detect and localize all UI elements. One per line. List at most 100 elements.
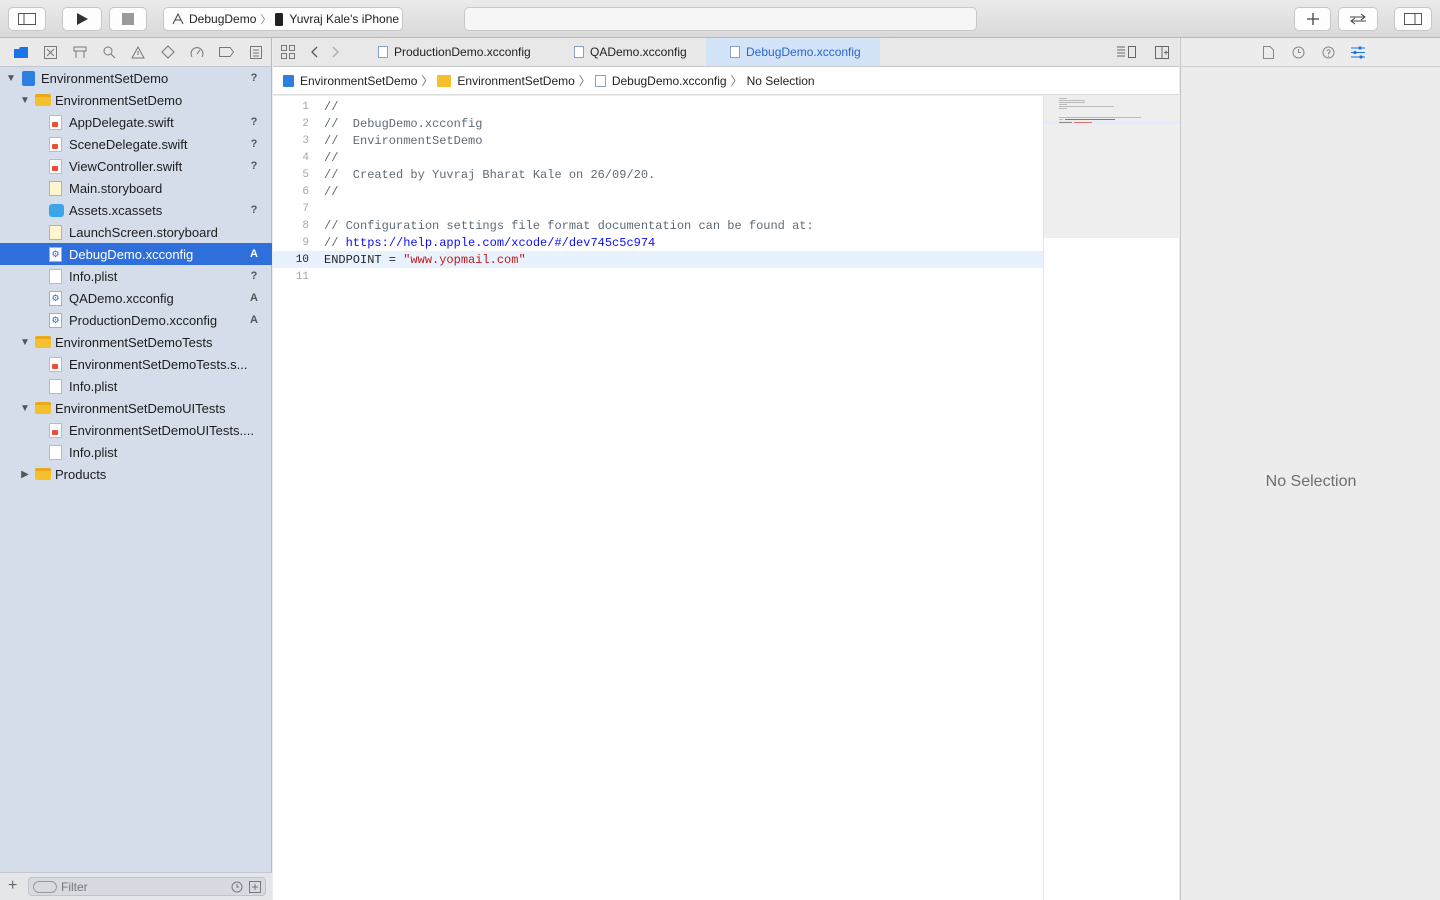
related-items-grid-icon[interactable] bbox=[281, 45, 295, 59]
tab-debugdemo[interactable]: DebugDemo.xcconfig bbox=[706, 38, 880, 66]
navigator-file-row[interactable]: AppDelegate.swift? bbox=[0, 111, 272, 133]
minimap-lines bbox=[1044, 98, 1180, 124]
chevron-right-icon: 〉 bbox=[260, 14, 272, 26]
breakpoint-icon[interactable] bbox=[212, 38, 241, 67]
run-button[interactable] bbox=[62, 7, 102, 31]
code-line[interactable]: 8 // Configuration settings file format d… bbox=[273, 217, 1043, 234]
history-clock-icon[interactable] bbox=[1283, 38, 1313, 67]
tab-qademo[interactable]: QADemo.xcconfig bbox=[549, 38, 706, 66]
stop-button[interactable] bbox=[109, 7, 147, 31]
attributes-sliders-icon[interactable] bbox=[1343, 38, 1373, 67]
report-icon[interactable] bbox=[242, 38, 271, 67]
code-line[interactable]: 11 bbox=[273, 268, 1043, 285]
disclosure-open-icon[interactable]: ▼ bbox=[19, 95, 31, 106]
breadcrumb-file[interactable]: DebugDemo.xcconfig bbox=[612, 74, 727, 88]
back-chevron-icon[interactable] bbox=[310, 46, 318, 58]
recent-files-clock-icon[interactable] bbox=[231, 881, 243, 893]
navigator-file-row[interactable]: Info.plist bbox=[0, 441, 272, 463]
warning-icon[interactable] bbox=[124, 38, 153, 67]
xcconfig-file-icon bbox=[594, 74, 606, 87]
code-url-link[interactable]: https://help.apple.com/xcode/#/dev745c5c… bbox=[346, 236, 656, 250]
breadcrumb-project[interactable]: EnvironmentSetDemo bbox=[300, 74, 417, 88]
navigator-file-row[interactable]: Assets.xcassets? bbox=[0, 199, 272, 221]
filter-input[interactable] bbox=[61, 879, 211, 894]
sidebar-left-icon bbox=[18, 13, 36, 25]
navigator-group-row[interactable]: ▼ EnvironmentSetDemo? bbox=[0, 67, 272, 89]
navigator-file-row[interactable]: ⚙ QADemo.xcconfig A bbox=[0, 287, 272, 309]
search-icon[interactable] bbox=[94, 38, 123, 67]
add-file-plus-icon[interactable]: + bbox=[8, 877, 17, 895]
disclosure-open-icon[interactable]: ▼ bbox=[19, 337, 31, 348]
navigator-file-row[interactable]: Main.storyboard bbox=[0, 177, 272, 199]
xcconfig-file-icon: ⚙ bbox=[49, 247, 62, 262]
breadcrumb-selection[interactable]: No Selection bbox=[747, 74, 815, 88]
toolbar: DebugDemo 〉 Yuvraj Kale's iPhone bbox=[0, 0, 1440, 38]
navigator-item-label: SceneDelegate.swift bbox=[69, 136, 188, 152]
code-line[interactable]: 2 // DebugDemo.xcconfig bbox=[273, 115, 1043, 132]
project-icon bbox=[283, 74, 294, 87]
code-line[interactable]: 9 // https://help.apple.com/xcode/#/dev74… bbox=[273, 234, 1043, 251]
folder-icon bbox=[35, 402, 51, 414]
navigator-group-row[interactable]: ▶ Products bbox=[0, 463, 272, 485]
device-name: Yuvraj Kale's iPhone bbox=[289, 12, 400, 26]
navigator-group-row[interactable]: ▼ EnvironmentSetDemoUITests bbox=[0, 397, 272, 419]
navigator-filter-bar: + bbox=[0, 872, 272, 900]
code-line[interactable]: 3 // EnvironmentSetDemo bbox=[273, 132, 1043, 149]
folder-icon bbox=[437, 74, 452, 87]
code-line[interactable]: 10 ENDPOINT = "www.yopmail.com" bbox=[273, 251, 1043, 268]
symbol-icon[interactable] bbox=[65, 38, 94, 67]
filter-field[interactable] bbox=[28, 877, 266, 896]
minimap[interactable] bbox=[1043, 96, 1180, 900]
navigator-file-row[interactable]: ⚙ ProductionDemo.xcconfig A bbox=[0, 309, 272, 331]
navigator-file-row[interactable]: SceneDelegate.swift? bbox=[0, 133, 272, 155]
line-number: 8 bbox=[302, 219, 309, 232]
scheme-selector[interactable]: DebugDemo 〉 Yuvraj Kale's iPhone bbox=[163, 7, 403, 31]
tab-productiondemo[interactable]: ProductionDemo.xcconfig bbox=[353, 38, 549, 66]
add-editor-split-icon[interactable] bbox=[1155, 46, 1169, 59]
library-button[interactable] bbox=[1294, 7, 1331, 31]
xcconfig-file-icon bbox=[730, 46, 740, 58]
navigator-file-row[interactable]: Info.plist? bbox=[0, 265, 272, 287]
test-diamond-icon[interactable] bbox=[153, 38, 182, 67]
code-line[interactable]: 6 // bbox=[273, 183, 1043, 200]
code-line[interactable]: 7 bbox=[273, 200, 1043, 217]
source-editor[interactable]: 1 // 2 // DebugDemo.xcconfig 3 // Environment… bbox=[273, 96, 1043, 900]
toggle-inspector-button[interactable] bbox=[1394, 7, 1432, 31]
navigator-item-label: EnvironmentSetDemoUITests.... bbox=[69, 422, 254, 438]
debug-gauge-icon[interactable] bbox=[183, 38, 212, 67]
navigator-file-row[interactable]: EnvironmentSetDemoUITests.... bbox=[0, 419, 272, 441]
code-token: // Configuration settings file format do… bbox=[324, 218, 814, 233]
tab-label: DebugDemo.xcconfig bbox=[746, 45, 861, 59]
code-token: // bbox=[324, 235, 346, 250]
disclosure-closed-icon[interactable]: ▶ bbox=[19, 469, 31, 480]
source-control-icon[interactable] bbox=[35, 38, 64, 67]
code-line[interactable]: 1 // bbox=[273, 98, 1043, 115]
disclosure-open-icon[interactable]: ▼ bbox=[19, 403, 31, 414]
forward-chevron-icon[interactable] bbox=[332, 46, 340, 58]
folder-icon[interactable] bbox=[6, 38, 35, 67]
navigator-file-row[interactable]: Info.plist bbox=[0, 375, 272, 397]
disclosure-open-icon[interactable]: ▼ bbox=[5, 73, 17, 84]
source-control-filter-icon[interactable] bbox=[249, 881, 261, 893]
navigator-group-row[interactable]: ▼ EnvironmentSetDemoTests bbox=[0, 331, 272, 353]
code-line[interactable]: 5 // Created by Yuvraj Bharat Kale on 26/… bbox=[273, 166, 1043, 183]
code-review-button[interactable] bbox=[1338, 7, 1378, 31]
navigator-group-row[interactable]: ▼ EnvironmentSetDemo bbox=[0, 89, 272, 111]
navigator-file-row[interactable]: LaunchScreen.storyboard bbox=[0, 221, 272, 243]
navigator-file-row[interactable]: ⚙ DebugDemo.xcconfig A bbox=[0, 243, 272, 265]
file-inspector-icon[interactable] bbox=[1253, 38, 1283, 67]
tab-label: ProductionDemo.xcconfig bbox=[394, 45, 531, 59]
navigator-file-row[interactable]: EnvironmentSetDemoTests.s... bbox=[0, 353, 272, 375]
swift-file-icon bbox=[49, 423, 62, 438]
sidebar-right-icon bbox=[1404, 13, 1422, 25]
breadcrumb-group[interactable]: EnvironmentSetDemo bbox=[457, 74, 574, 88]
navigator-file-row[interactable]: ViewController.swift? bbox=[0, 155, 272, 177]
quick-help-icon[interactable] bbox=[1313, 38, 1343, 67]
toggle-navigator-button[interactable] bbox=[8, 7, 46, 31]
navigator-item-label: EnvironmentSetDemoUITests bbox=[55, 400, 226, 416]
code-line[interactable]: 4 // bbox=[273, 149, 1043, 166]
editor-options-icon[interactable] bbox=[1117, 46, 1137, 58]
line-number: 6 bbox=[302, 185, 309, 198]
swift-file-icon bbox=[49, 137, 62, 152]
filter-options-icon[interactable] bbox=[33, 880, 57, 893]
